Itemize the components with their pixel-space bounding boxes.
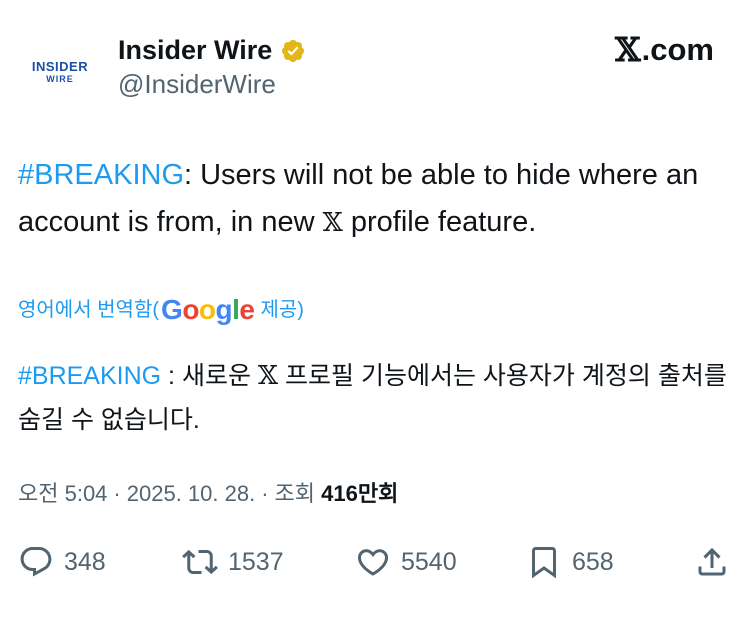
verified-badge-icon	[280, 37, 306, 63]
tweet-meta: 오전 5:04 · 2025. 10. 28. · 조회 416만회	[18, 476, 398, 512]
bookmark-button[interactable]: 658	[526, 544, 614, 580]
meta-separator: ·	[261, 481, 269, 506]
translated-text-part1: : 새로운	[161, 362, 258, 390]
share-button[interactable]	[694, 544, 740, 580]
author-name[interactable]: Insider Wire	[118, 32, 272, 68]
author-handle[interactable]: @InsiderWire	[118, 66, 276, 102]
retweet-button[interactable]: 1537	[182, 544, 284, 580]
like-button[interactable]: 5540	[355, 544, 457, 580]
avatar-logo-line1: INSIDER	[31, 58, 89, 74]
views-count: 416만회	[321, 481, 399, 506]
x-logo-icon: 𝕏	[615, 30, 641, 69]
translation-label-prefix: 영어에서 번역함(	[18, 299, 160, 321]
views-label: 조회	[274, 481, 316, 506]
bookmark-icon	[532, 547, 556, 579]
avatar[interactable]: INSIDER WIRE	[18, 30, 102, 114]
action-bar: 348 1537 5540 658	[18, 536, 733, 588]
tweet-text: #BREAKING: Users will not be able to hid…	[18, 152, 733, 247]
tweet-date[interactable]: 2025. 10. 28.	[127, 476, 255, 512]
like-count: 5540	[401, 547, 457, 576]
translated-hashtag-link[interactable]: #BREAKING	[18, 362, 161, 390]
bookmark-count: 658	[572, 547, 614, 576]
retweet-count: 1537	[228, 547, 284, 576]
translated-x-symbol-icon: 𝕏	[257, 361, 279, 391]
tweet-text-part2: profile feature.	[342, 206, 537, 238]
heart-icon	[357, 549, 389, 576]
retweet-icon	[182, 549, 218, 575]
share-icon	[698, 547, 726, 576]
reply-button[interactable]: 348	[18, 544, 106, 580]
reply-icon	[20, 547, 52, 577]
x-com-logo: 𝕏 .com	[615, 30, 714, 70]
hashtag-link[interactable]: #BREAKING	[18, 159, 184, 191]
tweet-time[interactable]: 오전 5:04	[18, 476, 107, 512]
avatar-logo-line2: WIRE	[46, 73, 74, 84]
meta-separator: ·	[113, 481, 121, 506]
x-com-text: .com	[641, 32, 714, 67]
author-name-row[interactable]: Insider Wire	[118, 32, 306, 68]
google-logo: Google	[161, 294, 255, 325]
reply-count: 348	[64, 547, 106, 576]
translation-label-suffix: 제공)	[260, 299, 304, 321]
translation-attribution[interactable]: 영어에서 번역함( Google 제공)	[18, 294, 304, 326]
x-symbol-icon: 𝕏	[322, 208, 343, 238]
translated-text: #BREAKING : 새로운 𝕏 프로필 기능에서는 사용자가 계정의 출처를…	[18, 354, 733, 442]
